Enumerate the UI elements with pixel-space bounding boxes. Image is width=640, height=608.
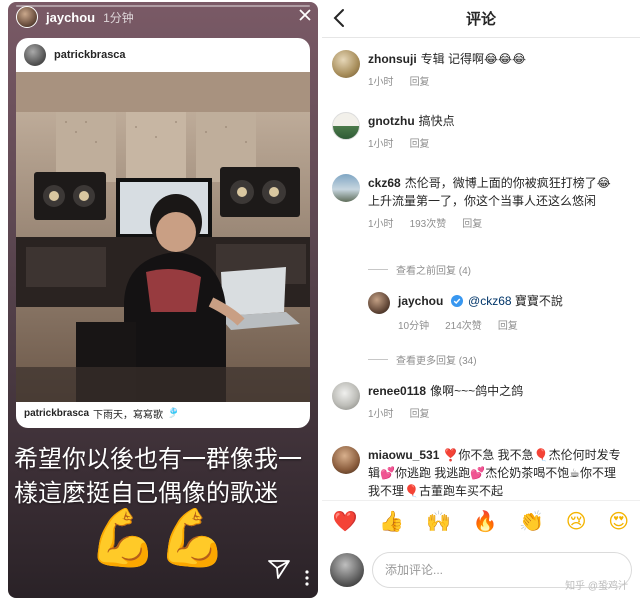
close-icon[interactable] [298,6,312,26]
flexed-biceps-emoji: 💪💪 [88,506,228,571]
avatar[interactable] [332,446,360,474]
comment-text: 搞快点 [418,114,455,128]
comment-item: gnotzhu 搞快点 1小时 回复 [332,112,632,154]
comment-text: 杰伦哥，微博上面的你被疯狂打榜了😂上升流量第一了，你这个当事人还这么悠闲 [368,176,611,208]
heart-emoji-button[interactable]: ❤️ [333,509,358,533]
raised-hands-emoji-button[interactable]: 🙌 [426,509,451,533]
send-icon[interactable] [268,559,290,584]
caption-emoji: 🎐 [167,408,180,419]
like-count[interactable]: 214次赞 [445,318,482,336]
comments-panel: 评论 zhonsuji 专辑 记得啊😂😂😂 1小时 回复 gnotzhu 搞快点 1… [322,0,640,608]
divider [368,359,388,360]
post-username[interactable]: patrickbrasca [54,49,126,61]
comment-time: 1小时 [368,139,394,150]
reply-button[interactable]: 回复 [410,136,430,154]
avatar[interactable] [332,174,360,202]
avatar[interactable] [368,292,390,314]
post-avatar[interactable] [24,44,46,66]
comment-item: ckz68 杰伦哥，微博上面的你被疯狂打榜了😂上升流量第一了，你这个当事人还这么悠… [332,174,632,234]
comment-item: renee0118 像啊~~~鸽中之鸽 1小时 回复 [332,382,632,424]
story-time: 1分钟 [103,10,134,25]
caption-username[interactable]: patrickbrasca [24,408,89,419]
comment-username[interactable]: gnotzhu [368,114,415,128]
post-header: patrickbrasca [16,38,310,72]
comment-username[interactable]: miaowu_531 [368,448,439,462]
comment-time: 1小时 [368,219,394,230]
reply-username[interactable]: jaychou [398,294,443,308]
story-username[interactable]: jaychou [46,10,95,25]
post-caption: patrickbrasca 下雨天，寫寫歌 🎐 [24,406,180,421]
like-count[interactable]: 193次赞 [410,216,447,234]
more-options-icon[interactable] [302,570,312,586]
reply-mention[interactable]: @ckz68 [468,294,512,308]
back-arrow-icon[interactable] [332,8,346,33]
view-more-replies[interactable]: 查看更多回复 (34) [368,352,477,367]
avatar[interactable] [332,112,360,140]
story-avatar[interactable] [16,6,38,28]
view-more-label[interactable]: 查看更多回复 (34) [396,352,477,367]
view-previous-label[interactable]: 查看之前回复 (4) [396,262,471,277]
comments-header: 评论 [322,0,640,38]
divider [368,269,388,270]
crying-emoji-button[interactable]: 😢 [566,509,587,533]
reply-button[interactable]: 回复 [410,406,430,424]
comment-text: 像啊~~~鸽中之鸽 [430,384,524,398]
comment-item: miaowu_531 ❣️你不急 我不急🎈杰伦何时发专辑💕你逃跑 我逃跑💕杰伦奶茶… [332,446,632,500]
thumbs-up-emoji-button[interactable]: 👍 [379,509,404,533]
view-previous-replies[interactable]: 查看之前回复 (4) [368,262,471,277]
post-photo [16,72,310,402]
verified-badge-icon [450,294,463,312]
comment-item: zhonsuji 专辑 记得啊😂😂😂 1小时 回复 [332,50,632,92]
reply-item: jaychou @ckz68 寶寶不說 10分钟 214次赞 回复 [368,292,632,336]
comment-username[interactable]: zhonsuji [368,52,417,66]
comment-time: 1小时 [368,77,394,88]
comment-username[interactable]: renee0118 [368,384,426,398]
shared-post-card[interactable]: patrickbrasca patrickbrasca 下雨天，寫寫歌 🎐 [16,38,310,428]
reply-button[interactable]: 回复 [410,74,430,92]
comment-text: 专辑 记得啊😂😂😂 [420,52,527,66]
fire-emoji-button[interactable]: 🔥 [473,509,498,533]
avatar [330,553,364,587]
reply-button[interactable]: 回复 [498,318,518,336]
reply-time: 10分钟 [398,321,430,332]
comment-username[interactable]: ckz68 [368,176,401,190]
avatar[interactable] [332,382,360,410]
story-panel: jaychou 1分钟 patrickbrasca patrickbrasca … [8,2,318,598]
story-header: jaychou 1分钟 [8,2,318,32]
story-overlay-text: 希望你以後也有一群像我一樣這麼挺自己偶像的歌迷 [14,445,302,507]
heart-eyes-emoji-button[interactable]: 😍 [608,509,629,533]
emoji-quick-bar: ❤️ 👍 🙌 🔥 👏 😢 😍 [322,500,640,540]
clapping-emoji-button[interactable]: 👏 [519,509,544,533]
reply-text: 寶寶不說 [514,294,563,308]
avatar[interactable] [332,50,360,78]
comments-title: 评论 [465,11,496,28]
reply-button[interactable]: 回复 [462,216,482,234]
caption-text: 下雨天，寫寫歌 [93,410,164,421]
watermark: 知乎 @蛩鸡汁 [565,581,628,592]
comment-time: 1小时 [368,409,394,420]
